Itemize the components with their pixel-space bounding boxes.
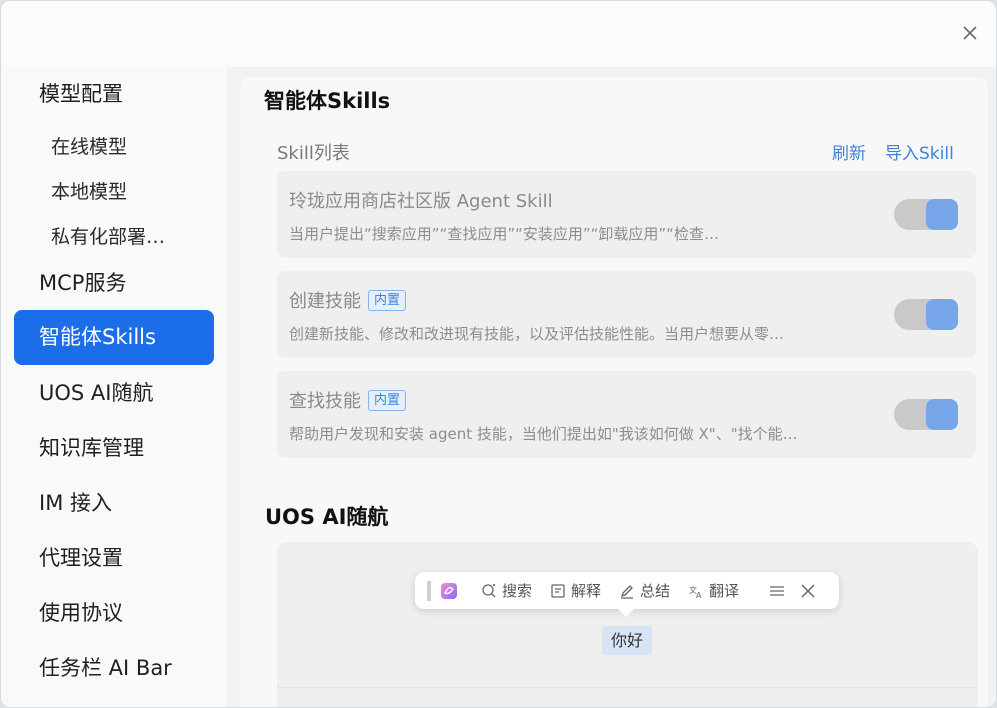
skill-desc: 帮助用户发现和安装 agent 技能，当他们提出如"我该如何做 X"、"找个能…: [289, 425, 798, 443]
skill-toggle[interactable]: [894, 399, 958, 430]
settings-window: 模型配置 在线模型 本地模型 私有化部署… MCP服务 智能体Skills UO…: [0, 0, 997, 708]
skill-name: 玲珑应用商店社区版 Agent Skill: [289, 191, 553, 212]
summary-label: 总结: [640, 582, 671, 600]
search-button[interactable]: 搜索: [481, 580, 532, 601]
ai-toolbar: 搜索 解释 总结 文A 翻译: [415, 572, 839, 609]
summary-button[interactable]: 总结: [619, 580, 670, 601]
search-label: 搜索: [502, 582, 533, 600]
selected-text-sample: 你好: [602, 626, 652, 655]
explain-button[interactable]: 解释: [550, 580, 601, 601]
skill-card: 玲珑应用商店社区版 Agent Skill 当用户提出“搜索应用”“查找应用”“…: [277, 171, 976, 258]
ai-bar-preview: 搜索 解释 总结 文A 翻译 你好: [277, 542, 978, 707]
nav-model-config[interactable]: 模型配置: [14, 67, 214, 122]
skill-desc: 当用户提出“搜索应用”“查找应用”“安装应用”“卸载应用”“检查…: [289, 225, 719, 243]
refresh-link[interactable]: 刷新: [832, 139, 866, 164]
pen-icon: [621, 584, 634, 599]
nav-private-deploy[interactable]: 私有化部署…: [51, 222, 165, 249]
title-bar: [1, 1, 996, 67]
translate-icon: 文A: [689, 585, 702, 599]
nav-im[interactable]: IM 接入: [14, 476, 214, 531]
explain-label: 解释: [571, 582, 602, 600]
close-icon[interactable]: [960, 23, 980, 43]
nav-mcp[interactable]: MCP服务: [14, 256, 214, 311]
toolbar-close-icon[interactable]: [800, 583, 821, 599]
translate-button[interactable]: 文A 翻译: [688, 580, 739, 601]
toolbar-pointer: [617, 608, 635, 617]
nav-local-model[interactable]: 本地模型: [51, 177, 127, 204]
main-content: 智能体Skills Skill列表 刷新 导入Skill 玲珑应用商店社区版 A…: [227, 67, 996, 707]
nav-uos-ai-nav[interactable]: UOS AI随航: [14, 366, 214, 421]
skill-name: 查找技能: [289, 391, 361, 412]
nav-proxy[interactable]: 代理设置: [14, 531, 214, 586]
nav-taskbar[interactable]: 任务栏 AI Bar: [14, 641, 214, 696]
nav-online-model[interactable]: 在线模型: [51, 132, 127, 159]
skill-toggle[interactable]: [894, 199, 958, 230]
nav-agreement[interactable]: 使用协议: [14, 586, 214, 641]
skill-list-label: Skill列表: [277, 143, 350, 164]
toggle-knob: [926, 199, 958, 230]
uos-ai-logo-icon: [441, 582, 457, 599]
sidebar: 模型配置 在线模型 本地模型 私有化部署… MCP服务 智能体Skills UO…: [1, 67, 227, 707]
builtin-badge: 内置: [368, 389, 407, 411]
uos-ai-nav-title: UOS AI随航: [265, 505, 389, 529]
builtin-badge: 内置: [368, 289, 407, 311]
drag-handle-icon[interactable]: [427, 580, 431, 601]
skills-title: 智能体Skills: [264, 89, 391, 113]
svg-text:A: A: [696, 591, 702, 599]
skill-card: 创建技能 内置 创建新技能、修改和改进现有技能，以及评估技能性能。当用户想要从零…: [277, 271, 976, 358]
translate-label: 翻译: [709, 582, 740, 600]
nav-kb-manage[interactable]: 知识库管理: [14, 421, 214, 476]
menu-icon[interactable]: [769, 583, 790, 599]
import-skill-link[interactable]: 导入Skill: [885, 139, 954, 164]
explain-icon: [551, 583, 565, 598]
divider: [277, 687, 978, 688]
skill-desc: 创建新技能、修改和改进现有技能，以及评估技能性能。当用户想要从零…: [289, 325, 785, 343]
content-panel: 智能体Skills Skill列表 刷新 导入Skill 玲珑应用商店社区版 A…: [240, 77, 988, 707]
toggle-knob: [926, 299, 958, 330]
nav-skills[interactable]: 智能体Skills: [14, 310, 214, 365]
skill-card: 查找技能 内置 帮助用户发现和安装 agent 技能，当他们提出如"我该如何做 …: [277, 371, 976, 458]
search-icon: [482, 583, 496, 597]
toggle-knob: [926, 399, 958, 430]
skill-toggle[interactable]: [894, 299, 958, 330]
skill-name: 创建技能: [289, 291, 361, 312]
